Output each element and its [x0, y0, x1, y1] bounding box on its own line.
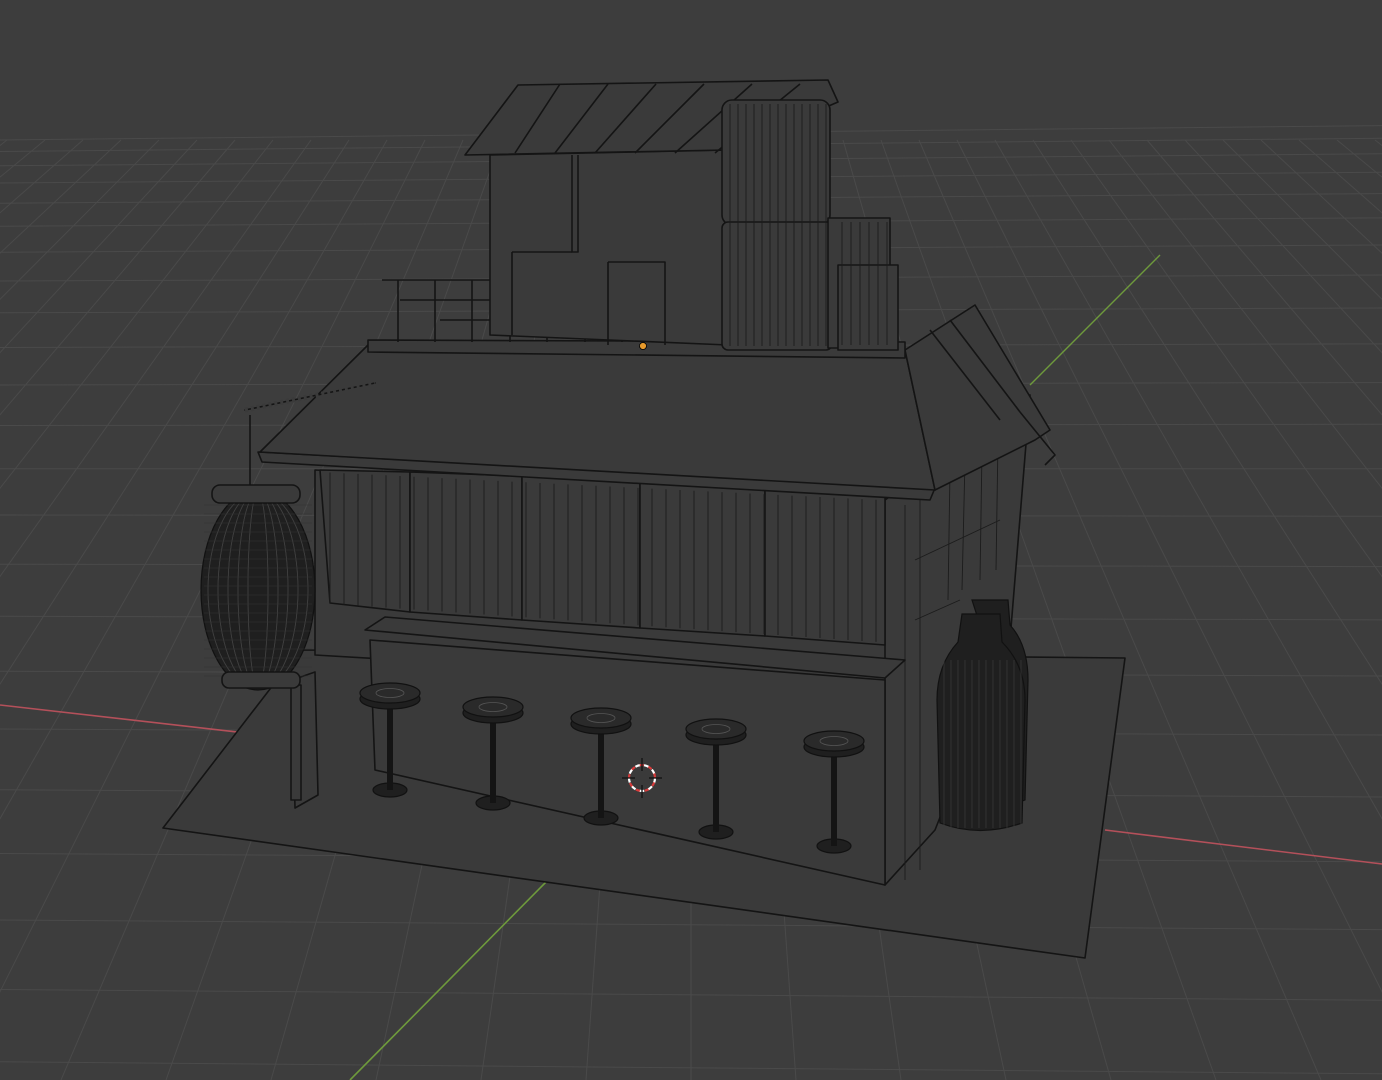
object-origin-icon — [639, 342, 647, 350]
y-axis-line-far — [1029, 254, 1161, 386]
water-tank[interactable] — [721, 99, 899, 351]
grid-line — [1146, 139, 1382, 416]
grid-line — [1336, 139, 1382, 178]
grid-line — [1298, 139, 1382, 214]
x-axis-line-right — [1104, 829, 1382, 865]
grid-line — [1070, 139, 1382, 578]
y-axis-line — [349, 879, 549, 1080]
stool-seat — [570, 707, 632, 729]
grid-line — [1222, 139, 1382, 301]
grid-line — [1374, 139, 1382, 147]
stool-seat — [359, 682, 421, 704]
grid-line — [1108, 139, 1382, 490]
grid-line — [1184, 139, 1382, 354]
3d-viewport[interactable] — [0, 0, 1382, 1080]
stool-seat — [685, 718, 747, 740]
stool-seat — [462, 696, 524, 718]
stool-seat — [803, 730, 865, 752]
